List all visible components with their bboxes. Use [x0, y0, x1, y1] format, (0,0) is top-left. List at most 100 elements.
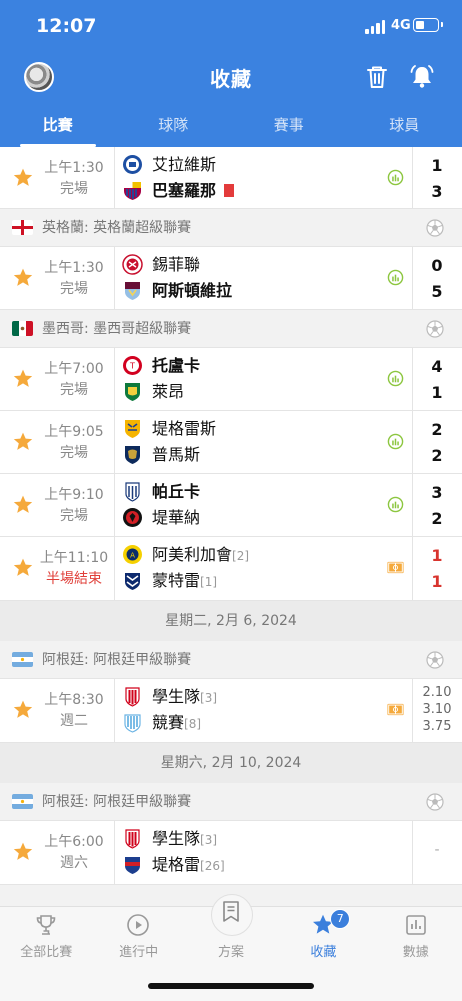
page-title: 收藏 [0, 63, 462, 92]
star-icon[interactable] [12, 431, 34, 453]
match-status: 完場 [38, 178, 110, 198]
tab-label: 球員 [389, 116, 419, 134]
match-time: 上午1:30 [38, 257, 110, 277]
league-header[interactable]: 墨西哥: 墨西哥超級聯賽 [0, 310, 462, 348]
svg-text:A: A [130, 552, 135, 560]
tab-teams[interactable]: 球隊 [116, 106, 232, 147]
bookmark-icon [219, 900, 243, 924]
stats-icon[interactable] [387, 169, 404, 186]
team-name: 艾拉維斯 [152, 154, 216, 175]
odds-draw: 3.10 [416, 702, 458, 717]
team-name: 學生隊[3] [152, 686, 217, 709]
match-time: 上午8:30 [38, 689, 110, 709]
star-icon[interactable] [12, 557, 34, 579]
argentina-flag-icon [12, 794, 33, 809]
score-away: 2 [420, 446, 454, 465]
match-status: 週二 [38, 710, 110, 730]
score-home: 1 [420, 546, 454, 565]
tab-label: 比賽 [43, 116, 73, 134]
score-placeholder: - [420, 842, 454, 858]
league-header[interactable]: 阿根廷: 阿根廷甲級聯賽 [0, 641, 462, 679]
odds-away: 3.75 [416, 719, 458, 734]
team-name: 阿斯頓維拉 [152, 280, 232, 301]
match-status: 半場結束 [38, 568, 110, 588]
status-time: 12:07 [36, 15, 96, 37]
star-icon[interactable] [12, 167, 34, 189]
star-icon[interactable] [12, 699, 34, 721]
favorites-count-badge: 7 [330, 909, 350, 929]
toluca-crest-icon: T [122, 355, 143, 376]
date-separator: 星期六, 2月 10, 2024 [0, 743, 462, 783]
tigres-crest-icon [122, 418, 143, 439]
score-home: 0 [420, 256, 454, 275]
network-label: 4G [391, 18, 411, 33]
nav-label: 收藏 [277, 941, 369, 960]
england-flag-icon [12, 220, 33, 235]
stats-icon[interactable] [387, 433, 404, 450]
match-time: 上午6:00 [38, 831, 110, 851]
team-name: 帕丘卡 [152, 481, 200, 502]
date-separator: 星期二, 2月 6, 2024 [0, 601, 462, 641]
star-icon[interactable] [12, 267, 34, 289]
football-icon [426, 651, 444, 669]
app-header: 12:07 4G 收藏 比賽 球隊 賽事 球員 [0, 0, 462, 147]
league-name: 阿根廷: 阿根廷甲級聯賽 [42, 783, 191, 821]
score-away: 1 [420, 572, 454, 591]
trash-icon[interactable] [364, 64, 390, 90]
nav-live[interactable]: 進行中 [92, 907, 184, 967]
match-time: 上午7:00 [38, 358, 110, 378]
half-time-pitch-icon[interactable] [387, 559, 404, 576]
play-icon [126, 913, 150, 937]
star-icon[interactable] [12, 841, 34, 863]
match-row[interactable]: 上午1:30 完場 艾拉維斯 巴塞羅那 1 3 [0, 147, 462, 209]
nav-all-matches[interactable]: 全部比賽 [0, 907, 92, 967]
score-home: 3 [420, 483, 454, 502]
team-name: 堤華納 [152, 507, 200, 528]
league-header[interactable]: 阿根廷: 阿根廷甲級聯賽 [0, 783, 462, 821]
team-name: 蒙特雷[1] [152, 570, 217, 593]
nav-data[interactable]: 數據 [370, 907, 462, 967]
tab-label: 賽事 [274, 116, 304, 134]
tab-players[interactable]: 球員 [347, 106, 462, 147]
match-time: 上午9:05 [38, 421, 110, 441]
trophy-icon [34, 913, 58, 937]
odds-home: 2.10 [416, 685, 458, 700]
team-name: 阿美利加會[2] [152, 544, 249, 567]
match-row[interactable]: 上午9:05 完場 堤格雷斯 普馬斯 2 2 [0, 411, 462, 474]
stats-icon[interactable] [387, 269, 404, 286]
match-time: 上午9:10 [38, 484, 110, 504]
stats-icon[interactable] [387, 496, 404, 513]
score-home: 2 [420, 420, 454, 439]
match-row[interactable]: 上午7:00 完場 T 托盧卡 萊昂 4 1 [0, 348, 462, 411]
tab-matches[interactable]: 比賽 [0, 106, 116, 147]
match-status: 週六 [38, 852, 110, 872]
nav-favorites[interactable]: 7 收藏 [277, 907, 369, 967]
football-icon [426, 219, 444, 237]
half-time-pitch-icon[interactable] [387, 701, 404, 718]
tab-competitions[interactable]: 賽事 [231, 106, 347, 147]
score-away: 2 [420, 509, 454, 528]
estudiantes-crest-icon [122, 828, 143, 849]
match-status: 完場 [38, 278, 110, 298]
argentina-flag-icon [12, 652, 33, 667]
match-row[interactable]: 上午11:10 半場結束 A 阿美利加會[2] 蒙特雷[1] 1 1 [0, 537, 462, 601]
estudiantes-crest-icon [122, 686, 143, 707]
score-away: 3 [420, 182, 454, 201]
star-icon[interactable] [12, 494, 34, 516]
nav-plans[interactable]: 方案 [185, 907, 277, 967]
match-row[interactable]: 上午8:30 週二 學生隊[3] 競賽[8] 2.10 3.10 3.75 [0, 679, 462, 743]
tigre-crest-icon [122, 854, 143, 875]
leon-crest-icon [122, 381, 143, 402]
match-row[interactable]: 上午1:30 完場 錫菲聯 阿斯頓維拉 0 5 [0, 247, 462, 310]
barcelona-crest-icon [122, 180, 143, 201]
team-name: 競賽[8] [152, 712, 201, 735]
match-row[interactable]: 上午6:00 週六 學生隊[3] 堤格雷[26] - [0, 821, 462, 885]
match-row[interactable]: 上午9:10 完場 帕丘卡 堤華納 3 2 [0, 474, 462, 537]
pumas-crest-icon [122, 444, 143, 465]
stats-icon[interactable] [387, 370, 404, 387]
football-icon [426, 793, 444, 811]
bell-icon[interactable] [409, 64, 435, 90]
star-icon[interactable] [12, 368, 34, 390]
league-header[interactable]: 英格蘭: 英格蘭超級聯賽 [0, 209, 462, 247]
team-name: 托盧卡 [152, 355, 200, 376]
